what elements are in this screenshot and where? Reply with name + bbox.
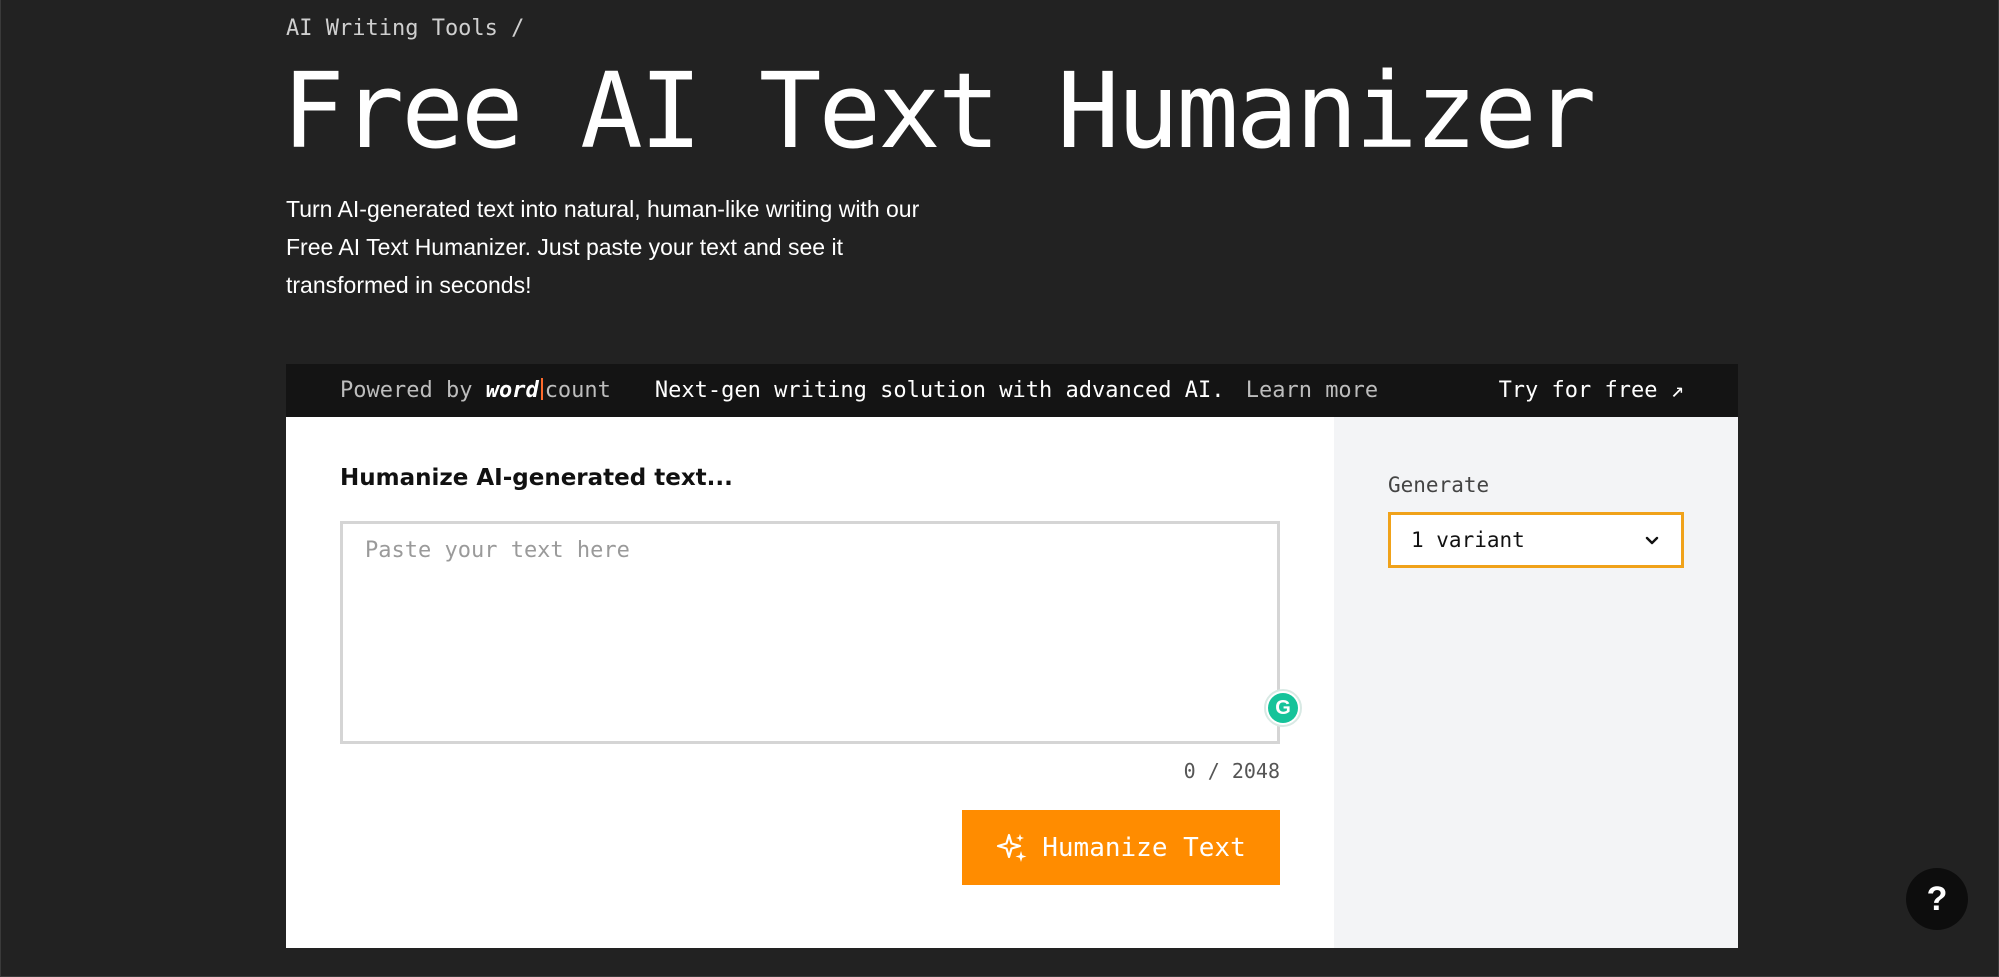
powered-by: Powered by word count — [340, 378, 611, 403]
options-sidebar: Generate 1 variant — [1334, 417, 1738, 948]
brand-logo-word: word — [485, 378, 539, 403]
character-counter: 0 / 2048 — [1183, 759, 1280, 783]
page-title: Free AI Text Humanizer — [282, 50, 1596, 172]
grammarly-icon-glyph: G — [1268, 693, 1298, 723]
variant-select-value: 1 variant — [1411, 528, 1525, 552]
brand-logo-count: count — [544, 378, 611, 403]
sparkles-icon — [997, 833, 1027, 862]
text-input-container: G — [340, 521, 1302, 744]
promo-bar: Powered by word count Next-gen writing so… — [286, 364, 1738, 417]
text-input[interactable] — [343, 524, 1277, 741]
promo-tagline: Next-gen writing solution with advanced … — [655, 378, 1378, 403]
brand-logo-divider — [540, 378, 543, 400]
page-description: Turn AI-generated text into natural, hum… — [286, 196, 920, 298]
powered-by-label: Powered by — [340, 378, 473, 403]
try-for-free-link[interactable]: Try for free ↗ — [1499, 378, 1684, 403]
grammarly-icon[interactable]: G — [1264, 689, 1302, 727]
breadcrumb[interactable]: AI Writing Tools / — [286, 16, 524, 41]
help-button[interactable]: ? — [1906, 868, 1968, 930]
variant-select[interactable]: 1 variant — [1388, 512, 1684, 568]
input-label: Humanize AI-generated text... — [340, 465, 733, 491]
learn-more-link[interactable]: Learn more — [1246, 378, 1378, 403]
promo-tagline-text: Next-gen writing solution with advanced … — [654, 378, 1225, 403]
humanizer-panel: Humanize AI-generated text... G 0 / 2048… — [286, 417, 1738, 948]
generate-label: Generate — [1388, 473, 1490, 497]
humanize-text-label: Humanize Text — [1042, 832, 1246, 863]
humanize-text-button[interactable]: Humanize Text — [962, 810, 1280, 885]
chevron-down-icon — [1645, 536, 1659, 545]
